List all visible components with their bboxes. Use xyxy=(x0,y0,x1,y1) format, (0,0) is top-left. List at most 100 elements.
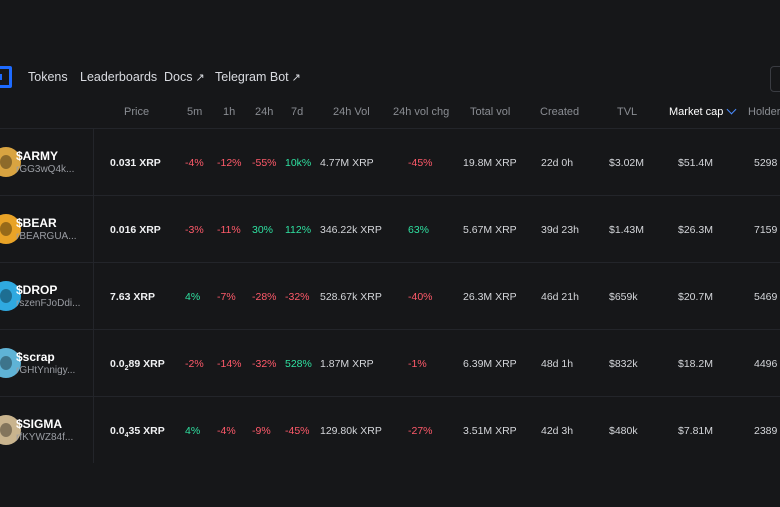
table-row[interactable]: $SIGMA rfKYWZ84f... 0.0435 XRP 4% -4% -9… xyxy=(0,396,780,463)
nav-docs[interactable]: Docs ↗ xyxy=(164,70,205,84)
vol-change-24h: 63% xyxy=(408,224,430,236)
change-5m: 4% xyxy=(185,425,201,437)
price-cell: 0.0435 XRP xyxy=(110,425,165,439)
table-row[interactable]: $scrap rGHtYnnigy... 0.0289 XRP -2% -14%… xyxy=(0,329,780,396)
col-created[interactable]: Created xyxy=(540,106,579,126)
row-divider xyxy=(93,397,94,463)
token-symbol[interactable]: $scrap xyxy=(16,350,55,364)
market-cap-value: $7.81M xyxy=(678,425,714,437)
change-1h: -4% xyxy=(217,425,236,437)
change-24h: -28% xyxy=(252,291,277,303)
token-address: rGHtYnnigy... xyxy=(16,365,76,376)
token-symbol[interactable]: $ARMY xyxy=(16,149,58,163)
token-symbol[interactable]: $SIGMA xyxy=(16,417,62,431)
change-7d: 112% xyxy=(285,224,312,236)
change-24h: 30% xyxy=(252,224,274,236)
price-cell: 7.63 XRP xyxy=(110,291,155,303)
token-price: 0.031 XRP xyxy=(110,157,161,169)
nav-leaderboards[interactable]: Leaderboards xyxy=(80,70,157,84)
change-24h: -32% xyxy=(252,358,277,370)
holders-count: 5298 xyxy=(754,157,778,169)
col-7d[interactable]: 7d xyxy=(291,106,303,126)
nav-telegram-bot-label: Telegram Bot xyxy=(215,70,289,84)
token-address: rGG3wQ4k... xyxy=(16,164,75,175)
col-price[interactable]: Price xyxy=(124,106,149,126)
market-cap-value: $18.2M xyxy=(678,358,714,370)
token-address: rBEARGUA... xyxy=(16,231,77,242)
holders-count: 7159 xyxy=(754,224,778,236)
change-5m: -2% xyxy=(185,358,204,370)
change-5m: 4% xyxy=(185,291,201,303)
created-age: 22d 0h xyxy=(541,157,574,169)
tvl-value: $659k xyxy=(609,291,638,303)
change-1h: -11% xyxy=(217,224,241,236)
total-vol: 19.8M XRP xyxy=(463,157,517,169)
external-link-icon: ↗ xyxy=(291,72,301,84)
top-nav: Tokens Leaderboards Docs ↗ Telegram Bot ↗ xyxy=(0,62,780,94)
row-divider xyxy=(93,129,94,195)
price-cell: 0.0289 XRP xyxy=(110,358,165,372)
token-price: 0.0289 XRP xyxy=(110,358,165,373)
created-age: 42d 3h xyxy=(541,425,574,437)
vol-change-24h: -40% xyxy=(408,291,433,303)
token-symbol[interactable]: $BEAR xyxy=(16,216,57,230)
logo-icon[interactable] xyxy=(0,66,12,88)
nav-telegram-bot[interactable]: Telegram Bot ↗ xyxy=(215,70,301,84)
table-row[interactable]: $DROP rszenFJoDdi... 7.63 XRP 4% -7% -28… xyxy=(0,262,780,329)
col-tvl[interactable]: TVL xyxy=(617,106,637,126)
vol-24h: 4.77M XRP xyxy=(320,157,374,169)
change-1h: -12% xyxy=(217,157,242,169)
row-divider xyxy=(93,330,94,396)
col-1h[interactable]: 1h xyxy=(223,106,235,126)
token-symbol[interactable]: $DROP xyxy=(16,283,57,297)
table-row[interactable]: $BEAR rBEARGUA... 0.016 XRP -3% -11% 30%… xyxy=(0,195,780,262)
vol-24h: 528.67k XRP xyxy=(320,291,382,303)
change-24h: -9% xyxy=(252,425,271,437)
vol-change-24h: -45% xyxy=(408,157,433,169)
price-cell: 0.016 XRP xyxy=(110,224,161,236)
created-age: 46d 21h xyxy=(541,291,579,303)
market-cap-value: $20.7M xyxy=(678,291,714,303)
change-7d: -45% xyxy=(285,425,310,437)
change-5m: -4% xyxy=(185,157,204,169)
total-vol: 6.39M XRP xyxy=(463,358,517,370)
col-24h-vol[interactable]: 24h Vol xyxy=(333,106,370,126)
token-price: 7.63 XRP xyxy=(110,291,155,303)
change-7d: -32% xyxy=(285,291,310,303)
token-address: rszenFJoDdi... xyxy=(16,298,81,309)
nav-docs-label: Docs xyxy=(164,70,193,84)
col-market-cap[interactable]: Market cap xyxy=(669,104,737,126)
holders-count: 5469 xyxy=(754,291,778,303)
col-total-vol[interactable]: Total vol xyxy=(470,106,510,126)
price-cell: 0.031 XRP xyxy=(110,157,161,169)
col-holders[interactable]: Holders xyxy=(748,106,780,126)
col-5m[interactable]: 5m xyxy=(187,106,202,126)
col-24h[interactable]: 24h xyxy=(255,106,273,126)
token-price: 0.0435 XRP xyxy=(110,425,165,440)
change-24h: -55% xyxy=(252,157,277,169)
external-link-icon: ↗ xyxy=(195,72,205,84)
change-1h: -14% xyxy=(217,358,242,370)
nav-tokens[interactable]: Tokens xyxy=(28,70,68,84)
search-button[interactable] xyxy=(770,66,780,92)
total-vol: 26.3M XRP xyxy=(463,291,517,303)
col-market-cap-label: Market cap xyxy=(669,106,724,118)
sort-chevron-down-icon xyxy=(726,104,737,115)
change-7d: 528% xyxy=(285,358,312,370)
vol-24h: 129.80k XRP xyxy=(320,425,382,437)
tvl-value: $832k xyxy=(609,358,638,370)
vol-24h: 1.87M XRP xyxy=(320,358,374,370)
created-age: 48d 1h xyxy=(541,358,574,370)
token-address: rfKYWZ84f... xyxy=(16,432,74,443)
market-cap-value: $26.3M xyxy=(678,224,714,236)
vol-change-24h: -1% xyxy=(408,358,427,370)
vol-24h: 346.22k XRP xyxy=(320,224,382,236)
total-vol: 3.51M XRP xyxy=(463,425,517,437)
col-24h-vol-chg[interactable]: 24h vol chg xyxy=(393,106,449,126)
table-row[interactable]: $ARMY rGG3wQ4k... 0.031 XRP -4% -12% -55… xyxy=(0,128,780,195)
row-divider xyxy=(93,196,94,262)
holders-count: 4496 xyxy=(754,358,778,370)
row-divider xyxy=(93,263,94,329)
token-price: 0.016 XRP xyxy=(110,224,161,236)
total-vol: 5.67M XRP xyxy=(463,224,517,236)
